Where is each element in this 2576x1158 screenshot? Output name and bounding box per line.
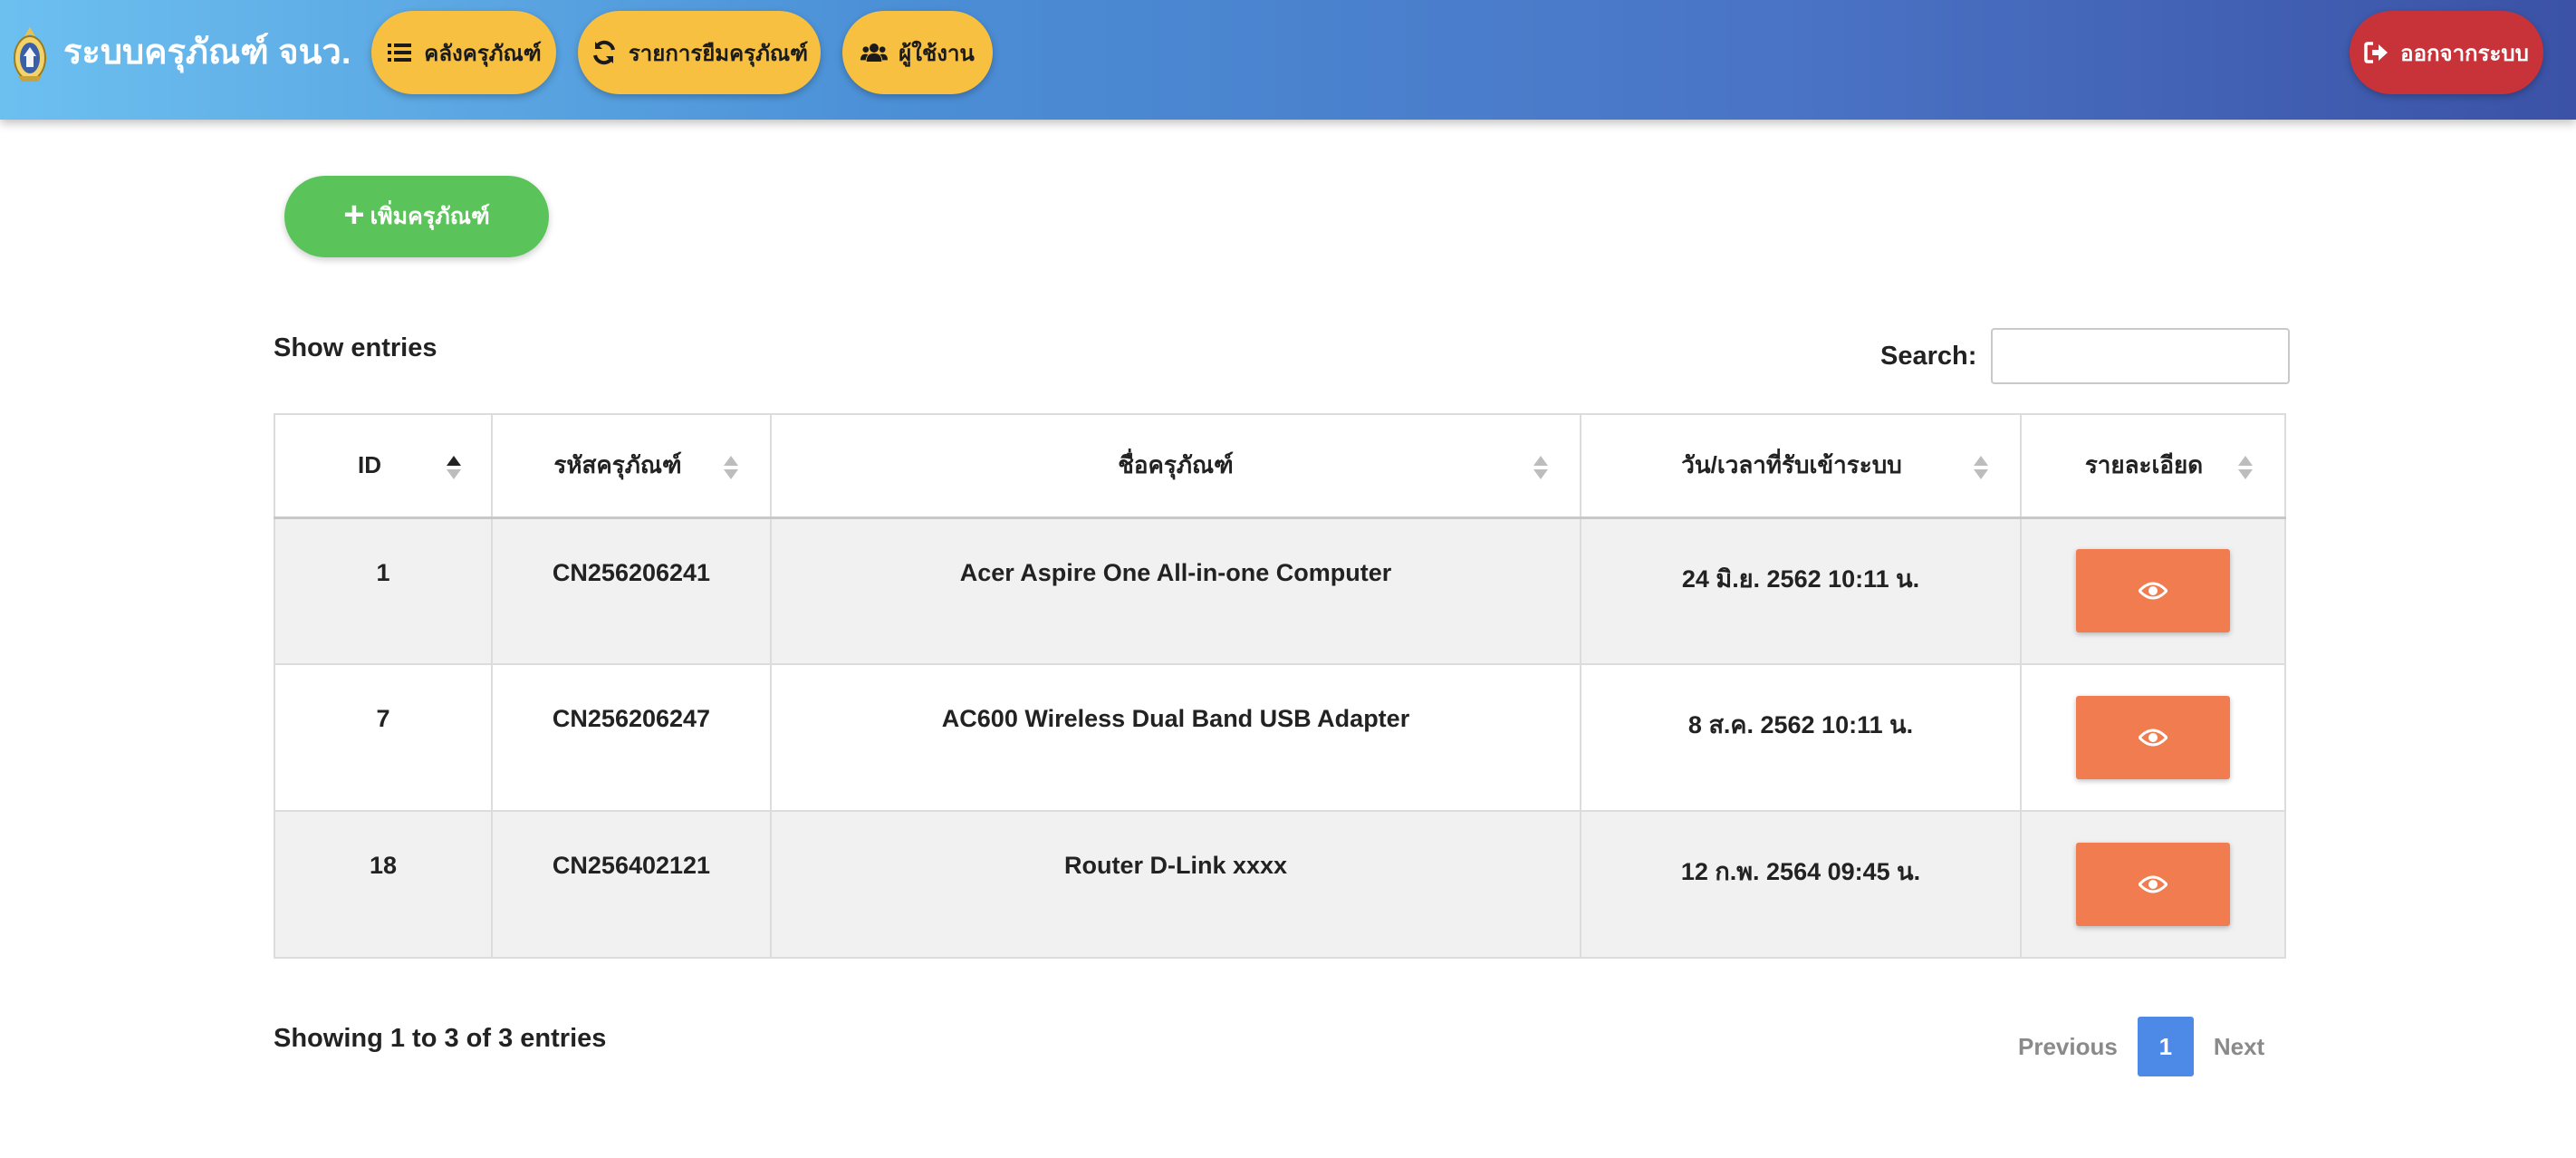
table-row: 18 CN256402121 Router D-Link xxxx 12 ก.พ…	[274, 810, 2286, 959]
eye-icon	[2139, 582, 2167, 600]
cell-received: 24 มิ.ย. 2562 10:11 น.	[1580, 516, 2022, 665]
sign-out-icon	[2364, 42, 2389, 63]
sort-icon	[1974, 456, 1988, 479]
add-equipment-label: เพิ่มครุภัณฑ์	[370, 204, 490, 229]
cell-details	[2020, 663, 2286, 812]
cell-code: CN256402121	[491, 810, 772, 959]
list-icon	[388, 43, 412, 62]
table-header-row: ID รหัสครุภัณฑ์ ชื่อครุภัณฑ์ วัน/เวลาที่…	[274, 413, 2286, 519]
column-header-id[interactable]: ID	[274, 413, 493, 519]
cell-details	[2020, 810, 2286, 959]
table-row: 7 CN256206247 AC600 Wireless Dual Band U…	[274, 663, 2286, 812]
add-equipment-button[interactable]: + เพิ่มครุภัณฑ์	[284, 176, 549, 257]
cell-code: CN256206247	[491, 663, 772, 812]
column-header-label: วัน/เวลาที่รับเข้าระบบ	[1681, 451, 1902, 479]
nav-inventory-button[interactable]: คลังครุภัณฑ์	[371, 11, 556, 94]
school-emblem-icon[interactable]	[11, 25, 49, 83]
search-input[interactable]	[1991, 328, 2291, 384]
show-entries-label: Show entries	[274, 333, 437, 362]
cell-id: 1	[274, 516, 493, 665]
nav-inventory-label: คลังครุภัณฑ์	[424, 41, 542, 66]
column-header-name[interactable]: ชื่อครุภัณฑ์	[770, 413, 1581, 519]
cell-name: Acer Aspire One All-in-one Computer	[770, 516, 1581, 665]
eye-icon	[2139, 875, 2167, 893]
plus-icon: +	[343, 195, 365, 235]
column-header-details[interactable]: รายละเอียด	[2020, 413, 2286, 519]
sort-icon	[2238, 456, 2253, 479]
previous-page-button[interactable]: Previous	[2002, 1017, 2134, 1076]
sort-icon	[724, 456, 738, 479]
nav-borrow-list-label: รายการยืมครุภัณฑ์	[628, 41, 809, 66]
cell-details	[2020, 516, 2286, 665]
column-header-label: ชื่อครุภัณฑ์	[1118, 451, 1234, 479]
logout-button[interactable]: ออกจากระบบ	[2350, 11, 2543, 94]
users-icon	[860, 43, 889, 62]
table-info: Showing 1 to 3 of 3 entries	[274, 1024, 607, 1053]
search-box: Search:	[1880, 328, 2291, 384]
eye-icon	[2139, 729, 2167, 747]
cell-received: 12 ก.พ. 2564 09:45 น.	[1580, 810, 2022, 959]
nav-users-label: ผู้ใช้งาน	[899, 41, 975, 66]
view-details-button[interactable]	[2076, 549, 2230, 633]
cell-name: Router D-Link xxxx	[770, 810, 1581, 959]
next-page-button[interactable]: Next	[2197, 1017, 2281, 1076]
sort-asc-icon	[447, 456, 461, 479]
nav-borrow-list-button[interactable]: รายการยืมครุภัณฑ์	[578, 11, 821, 94]
navbar: ระบบครุภัณฑ์ จนว. คลังครุภัณฑ์ รายการยืม…	[0, 0, 2576, 120]
search-label: Search:	[1880, 341, 1977, 371]
cell-code: CN256206241	[491, 516, 772, 665]
cell-id: 7	[274, 663, 493, 812]
cell-id: 18	[274, 810, 493, 959]
cell-received: 8 ส.ค. 2562 10:11 น.	[1580, 663, 2022, 812]
column-header-received[interactable]: วัน/เวลาที่รับเข้าระบบ	[1580, 413, 2022, 519]
pagination: Previous 1 Next	[2002, 1017, 2281, 1076]
nav-users-button[interactable]: ผู้ใช้งาน	[842, 11, 993, 94]
column-header-label: รายละเอียด	[2084, 451, 2204, 479]
current-page-button[interactable]: 1	[2137, 1017, 2194, 1076]
equipment-table: ID รหัสครุภัณฑ์ ชื่อครุภัณฑ์ วัน/เวลาที่…	[274, 413, 2286, 959]
sync-icon	[592, 40, 615, 65]
app-title[interactable]: ระบบครุภัณฑ์ จนว.	[63, 31, 351, 74]
sort-icon	[1533, 456, 1548, 479]
column-header-code[interactable]: รหัสครุภัณฑ์	[491, 413, 772, 519]
cell-name: AC600 Wireless Dual Band USB Adapter	[770, 663, 1581, 812]
logout-label: ออกจากระบบ	[2400, 41, 2529, 66]
view-details-button[interactable]	[2076, 843, 2230, 926]
table-row: 1 CN256206241 Acer Aspire One All-in-one…	[274, 516, 2286, 665]
column-header-label: รหัสครุภัณฑ์	[553, 451, 682, 479]
view-details-button[interactable]	[2076, 696, 2230, 779]
column-header-label: ID	[358, 451, 381, 479]
